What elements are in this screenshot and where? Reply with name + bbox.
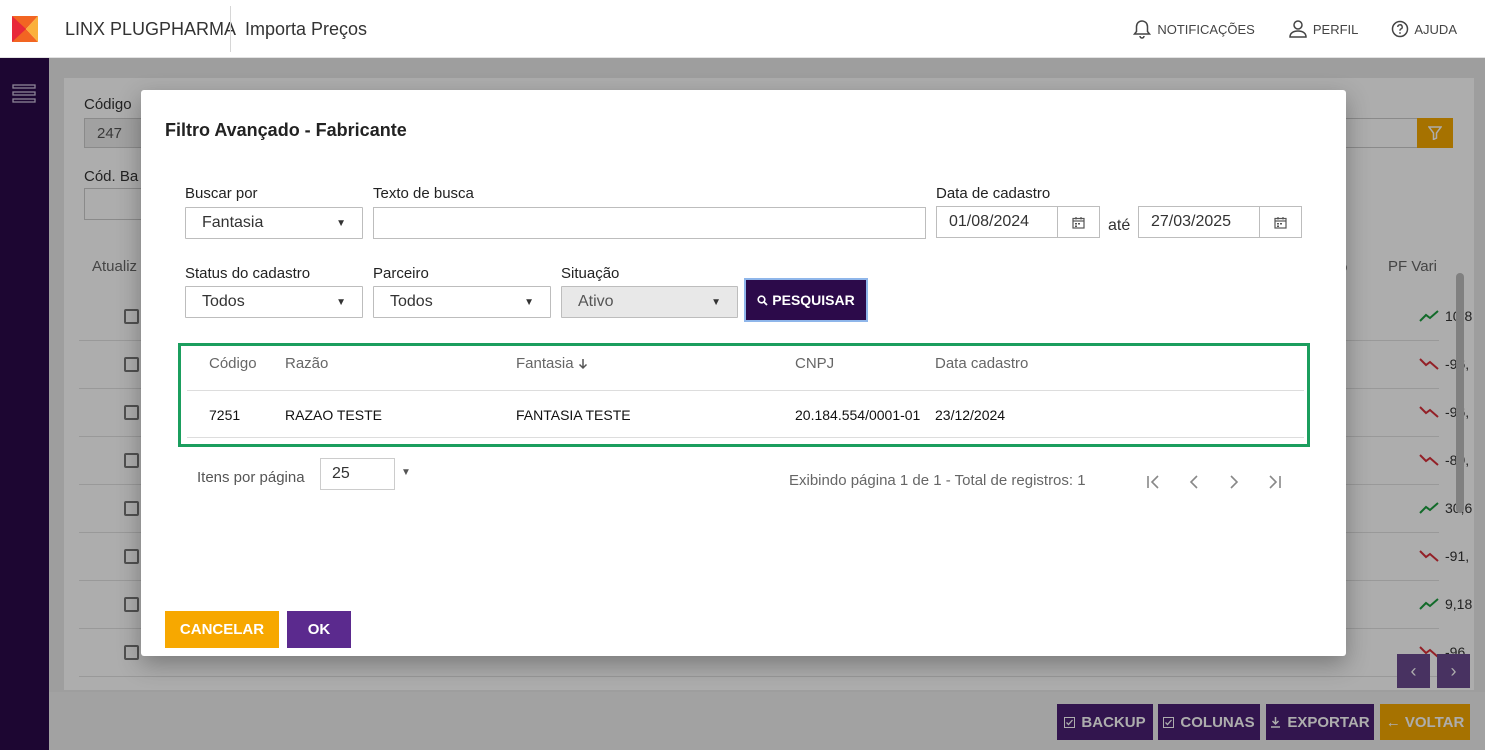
linx-logo-icon[interactable] <box>0 0 49 58</box>
status-select[interactable]: Todos ▼ <box>185 286 363 318</box>
chevron-down-icon[interactable]: ▼ <box>401 467 411 478</box>
parceiro-label: Parceiro <box>373 265 429 282</box>
situacao-select[interactable]: Ativo ▼ <box>561 286 738 318</box>
chevron-down-icon: ▼ <box>336 296 346 308</box>
situacao-label: Situação <box>561 265 620 282</box>
col-razao[interactable]: Razão <box>285 355 328 372</box>
top-bar: LINX PLUGPHARMA Importa Preços NOTIFICAÇ… <box>0 0 1485 58</box>
texto-busca-label: Texto de busca <box>373 185 474 202</box>
profile-button[interactable]: PERFIL <box>1287 18 1359 40</box>
cell-data: 23/12/2024 <box>935 407 1006 423</box>
status-label: Status do cadastro <box>185 265 311 282</box>
notifications-label: NOTIFICAÇÕES <box>1157 21 1255 37</box>
help-label: AJUDA <box>1414 21 1457 37</box>
ate-label: até <box>1108 217 1131 234</box>
previous-page-button[interactable] <box>1182 470 1206 494</box>
items-per-page-label: Itens por página <box>197 469 305 486</box>
header-divider <box>230 6 231 52</box>
buscar-por-label: Buscar por <box>185 185 258 202</box>
pesquisar-button[interactable]: PESQUISAR <box>744 278 868 322</box>
parceiro-select[interactable]: Todos ▼ <box>373 286 551 318</box>
texto-busca-input[interactable] <box>373 207 926 239</box>
arrow-down-icon <box>578 358 587 369</box>
col-codigo[interactable]: Código <box>209 355 257 372</box>
next-page-button[interactable] <box>1222 470 1246 494</box>
chevron-down-icon: ▼ <box>336 217 346 229</box>
page-title: Importa Preços <box>245 19 368 39</box>
modal-title: Filtro Avançado - Fabricante <box>165 120 407 140</box>
buscar-por-select[interactable]: Fantasia ▼ <box>185 207 363 239</box>
grid-header: Código Razão Fantasia CNPJ Data cadastro <box>187 346 1304 391</box>
results-grid: Código Razão Fantasia CNPJ Data cadastro… <box>178 343 1310 447</box>
cancel-button[interactable]: CANCELAR <box>165 611 279 648</box>
calendar-icon[interactable] <box>1259 207 1301 237</box>
help-button[interactable]: AJUDA <box>1390 19 1457 39</box>
first-page-button[interactable] <box>1142 470 1166 494</box>
bell-icon <box>1133 20 1152 39</box>
profile-label: PERFIL <box>1312 21 1359 37</box>
col-fantasia[interactable]: Fantasia <box>516 355 588 372</box>
search-icon <box>757 294 768 306</box>
user-icon <box>1289 20 1307 38</box>
last-page-button[interactable] <box>1262 470 1286 494</box>
col-cnpj[interactable]: CNPJ <box>795 355 834 372</box>
first-page-icon <box>1147 475 1159 489</box>
date-from-input[interactable]: 01/08/2024 <box>936 206 1100 238</box>
cell-fantasia: FANTASIA TESTE <box>516 407 631 423</box>
chevron-right-icon <box>1230 475 1239 489</box>
notifications-button[interactable]: NOTIFICAÇÕES <box>1131 18 1255 40</box>
chevron-left-icon <box>1189 475 1198 489</box>
app-name: LINX PLUGPHARMA <box>65 19 237 39</box>
table-row[interactable]: 7251 RAZAO TESTE FANTASIA TESTE 20.184.5… <box>187 391 1304 438</box>
last-page-icon <box>1269 475 1281 489</box>
chevron-down-icon: ▼ <box>711 296 721 308</box>
advanced-filter-modal: Filtro Avançado - Fabricante Buscar por … <box>141 90 1346 656</box>
ok-button[interactable]: OK <box>287 611 351 648</box>
col-data-cadastro[interactable]: Data cadastro <box>935 355 1028 372</box>
cell-razao: RAZAO TESTE <box>285 407 382 423</box>
page-info: Exibindo página 1 de 1 - Total de regist… <box>789 472 1086 489</box>
help-icon <box>1392 20 1409 38</box>
chevron-down-icon: ▼ <box>524 296 534 308</box>
data-cadastro-label: Data de cadastro <box>936 185 1051 202</box>
cell-cnpj: 20.184.554/0001-01 <box>795 407 921 423</box>
date-to-input[interactable]: 27/03/2025 <box>1138 206 1302 238</box>
items-per-page-select[interactable]: 25 <box>320 458 395 490</box>
calendar-icon[interactable] <box>1057 207 1099 237</box>
cell-codigo: 7251 <box>209 407 241 423</box>
